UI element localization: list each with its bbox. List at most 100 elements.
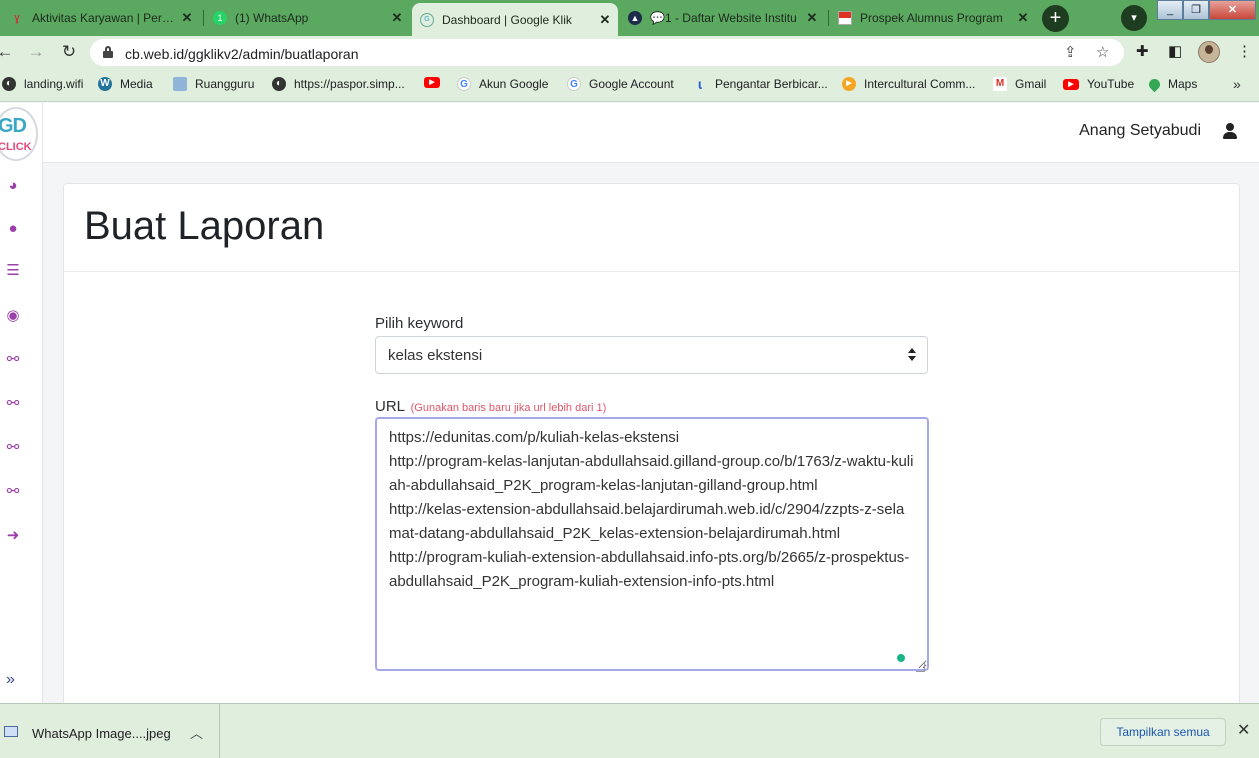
browser-toolbar: ← → ↻ cb.web.id/ggklikv2/admin/buatlapor… [0,36,1259,68]
tab-title: Prospek Alumnus Program [860,11,1003,25]
play-icon: ▶ [842,77,856,91]
bookmark-label: Google Account [589,77,674,91]
bookmark-item[interactable]: Ruangguru [173,77,254,91]
google-icon: G [457,77,471,91]
bookmark-youtube-shortcut[interactable]: ▶ [424,77,448,88]
gmail-icon: M [993,77,1007,91]
list-icon[interactable]: ☰ [4,261,22,279]
share-icon[interactable]: ⇪ [1064,43,1077,61]
bookmark-item[interactable]: Maps [1146,76,1198,92]
bookmark-star-icon[interactable]: ☆ [1096,43,1109,61]
user-icon[interactable]: ● [4,219,22,237]
download-filename: WhatsApp Image....jpeg [32,726,171,741]
google-icon: G [567,77,581,91]
ruangguru-icon [173,77,187,91]
google-klik-logo[interactable]: GD CLICK [0,107,38,161]
close-tab-icon[interactable]: ✕ [180,10,194,26]
bookmark-item[interactable]: W Media [98,77,153,91]
dashboard-gauge-icon[interactable]: ◕ [4,176,22,194]
google-klik-icon: G [420,12,434,27]
bookmark-label: Akun Google [479,77,549,91]
bookmark-item[interactable]: ɩ Pengantar Berbicar... [693,77,828,91]
tab-daftar-website[interactable]: ▲ 💬1 - Daftar Website Institu ✕ [620,4,825,32]
flag-icon [838,11,852,25]
report-form: Pilih keyword kelas ekstensi URL (Gunaka… [375,315,929,671]
expand-sidebar-icon[interactable]: » [6,671,15,689]
link-icon[interactable]: ⚯ [4,438,22,456]
bookmark-label: Intercultural Comm... [864,77,976,91]
bookmark-label: Media [120,77,153,91]
forward-button[interactable]: → [25,41,47,63]
download-bar: WhatsApp Image....jpeg ︿ Tampilkan semua… [0,703,1259,758]
address-bar[interactable]: cb.web.id/ggklikv2/admin/buatlaporan ⇪ ☆ [90,39,1124,66]
bookmark-label: Ruangguru [195,77,255,91]
url-label-row: URL (Gunakan baris baru jika url lebih d… [375,398,929,415]
bookmark-item[interactable]: G Google Account [567,77,674,91]
tab-dashboard-google-klik[interactable]: G Dashboard | Google Klik ✕ [412,3,618,36]
chevron-up-icon[interactable]: ︿ [190,723,203,742]
profile-avatar[interactable] [1198,41,1220,63]
bookmarks-bar: ◐ landing.wifi W Media Ruangguru ◐ https://… [0,68,1259,102]
tab-title: 💬1 - Daftar Website Institu [650,11,797,25]
menu-kebab-icon[interactable]: ⋮ [1237,42,1252,60]
more-bookmarks-icon[interactable]: » [1233,76,1241,92]
close-tab-icon[interactable]: ✕ [598,12,612,28]
address-url[interactable]: cb.web.id/ggklikv2/admin/buatlaporan [125,46,358,62]
link-icon[interactable]: ⚯ [4,482,22,500]
bookmark-icon: ɩ [698,76,702,92]
new-tab-button[interactable]: + [1042,5,1069,32]
grammar-status-icon[interactable] [897,654,905,662]
tab-title: (1) WhatsApp [235,11,309,25]
ai-icon: ɣ [14,12,20,24]
bookmark-item[interactable]: M Gmail [993,77,1046,91]
close-tab-icon[interactable]: ✕ [390,10,404,26]
show-all-downloads-button[interactable]: Tampilkan semua [1100,718,1226,746]
tab-search-button[interactable]: ▾ [1121,5,1147,31]
globe-icon: ◐ [272,77,286,91]
close-window-button[interactable]: ✕ [1209,0,1256,20]
user-name[interactable]: Anang Setyabudi [1079,122,1201,140]
tab-aktivitas-karyawan[interactable]: ɣ Aktivitas Karyawan | Person ✕ [2,4,200,32]
bookmark-item[interactable]: G Akun Google [457,77,548,91]
sign-out-icon[interactable]: ➜ [4,526,22,544]
link-icon[interactable]: ⚯ [4,394,22,412]
reload-button[interactable]: ↻ [58,41,80,63]
user-icon[interactable] [1223,123,1237,139]
url-hint: (Gunakan baris baru jika url lebih dari … [410,402,607,414]
lock-icon[interactable] [103,46,113,58]
select-caret-icon [908,348,916,362]
close-tab-icon[interactable]: ✕ [1016,10,1030,26]
bookmark-label: YouTube [1087,77,1135,91]
side-panel-icon[interactable]: ◧ [1168,42,1182,60]
close-download-bar-icon[interactable]: ✕ [1237,720,1250,740]
browser-tab-strip: ɣ Aktivitas Karyawan | Person ✕ 1 (1) Wh… [0,0,1259,36]
grad-cap-icon: ▲ [628,11,642,25]
minimize-window-button[interactable]: _ [1157,0,1183,20]
tab-prospek-alumnus[interactable]: Prospek Alumnus Program ✕ [830,4,1036,32]
url-textarea[interactable]: https://edunitas.com/p/kuliah-kelas-ekst… [375,417,929,671]
globe-icon[interactable]: ◉ [4,306,22,324]
app-sidebar: GD CLICK ◕ ● ☰ ◉ ⚯ ⚯ ⚯ ⚯ ➜ » [0,103,43,703]
bookmark-item[interactable]: ◐ https://paspor.simp... [272,77,405,91]
tab-whatsapp[interactable]: 1 (1) WhatsApp ✕ [205,4,410,32]
maximize-window-button[interactable]: ❐ [1183,0,1209,20]
card-header: Buat Laporan [64,184,1239,272]
keyword-label: Pilih keyword [375,315,464,332]
close-tab-icon[interactable]: ✕ [805,10,819,26]
resize-handle-icon[interactable] [916,663,925,672]
app-top-nav: Anang Setyabudi [43,103,1259,163]
back-button[interactable]: ← [0,41,16,63]
bookmark-item[interactable]: ▶ YouTube [1063,77,1134,91]
bookmark-label: Gmail [1015,77,1047,91]
url-label: URL [375,398,405,415]
extensions-icon[interactable]: ✚ [1136,42,1149,60]
keyword-selected-value: kelas ekstensi [388,347,483,364]
bookmark-label: Maps [1168,77,1198,91]
page-title: Buat Laporan [84,204,325,248]
download-item[interactable]: WhatsApp Image....jpeg ︿ [0,704,220,758]
bookmark-item[interactable]: ◐ landing.wifi [2,77,83,91]
keyword-select[interactable]: kelas ekstensi [375,336,928,374]
bookmark-item[interactable]: ▶ Intercultural Comm... [842,77,975,91]
youtube-icon: ▶ [424,77,440,88]
link-icon[interactable]: ⚯ [4,350,22,368]
